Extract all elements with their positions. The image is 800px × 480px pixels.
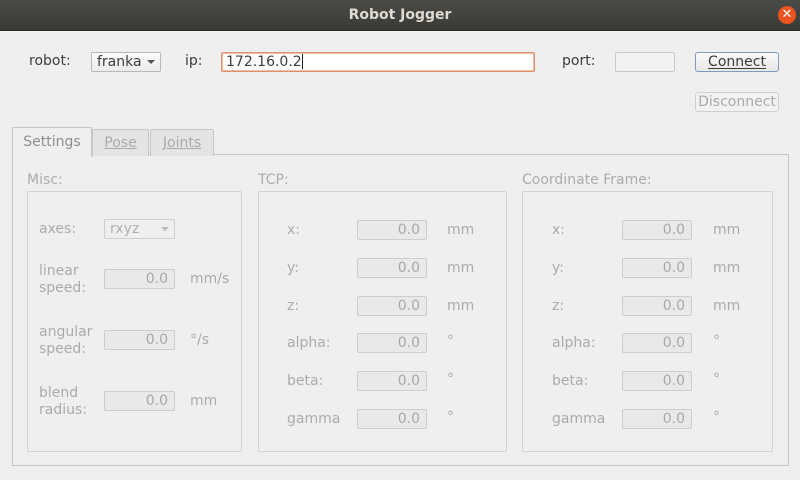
linear-speed-label-line2: speed: — [39, 280, 87, 296]
linear-speed-unit: mm/s — [190, 271, 230, 287]
frame-y-input[interactable]: 0.0 — [622, 258, 692, 278]
linear-speed-input[interactable]: 0.0 — [104, 269, 175, 289]
window-title: Robot Jogger — [348, 7, 452, 23]
tcp-x-label: x: — [287, 222, 301, 238]
chevron-down-icon — [147, 60, 155, 64]
tcp-beta-label: beta: — [287, 373, 324, 389]
tab-pose[interactable]: Pose — [92, 129, 149, 156]
angular-speed-unit: °/s — [190, 332, 210, 348]
ip-input[interactable]: 172.16.0.2 — [221, 52, 535, 72]
tcp-y-label: y: — [287, 260, 299, 276]
frame-alpha-label: alpha: — [552, 335, 596, 351]
frame-beta-input[interactable]: 0.0 — [622, 371, 692, 391]
angular-speed-label-line2: speed: — [39, 341, 87, 357]
tcp-alpha-unit: ° — [447, 333, 454, 349]
tcp-x-unit: mm — [447, 222, 475, 238]
frame-beta-unit: ° — [713, 371, 720, 387]
connect-button[interactable]: Connect — [695, 52, 779, 72]
frame-x-unit: mm — [713, 222, 741, 238]
frame-x-label: x: — [552, 222, 566, 238]
frame-z-unit: mm — [713, 298, 741, 314]
tcp-alpha-label: alpha: — [287, 335, 331, 351]
tcp-y-input[interactable]: 0.0 — [357, 258, 427, 278]
frame-y-unit: mm — [713, 260, 741, 276]
tcp-gamma-unit: ° — [447, 409, 454, 425]
tcp-beta-input[interactable]: 0.0 — [357, 371, 427, 391]
angular-speed-input[interactable]: 0.0 — [104, 330, 175, 350]
tcp-gamma-label: gamma — [287, 411, 341, 427]
frame-beta-label: beta: — [552, 373, 589, 389]
tab-pose-label: Pose — [104, 135, 137, 151]
tcp-z-unit: mm — [447, 298, 475, 314]
frame-alpha-unit: ° — [713, 333, 720, 349]
tcp-beta-unit: ° — [447, 371, 454, 387]
chevron-down-icon — [161, 227, 169, 231]
tab-joints-label: Joints — [162, 135, 202, 151]
frame-gamma-label: gamma — [552, 411, 606, 427]
blend-radius-label-line2: radius: — [39, 402, 87, 418]
connect-button-label: Connect — [708, 54, 766, 70]
tcp-x-input[interactable]: 0.0 — [357, 220, 427, 240]
text-cursor — [301, 54, 303, 69]
axes-select-value: rxyz — [110, 221, 140, 237]
frame-x-input[interactable]: 0.0 — [622, 220, 692, 240]
axes-select[interactable]: rxyz — [104, 219, 175, 239]
frame-alpha-input[interactable]: 0.0 — [622, 333, 692, 353]
frame-gamma-unit: ° — [713, 409, 720, 425]
blend-radius-input[interactable]: 0.0 — [104, 391, 175, 411]
tab-settings-label: Settings — [23, 134, 81, 150]
frame-title: Coordinate Frame: — [522, 172, 652, 188]
axes-label: axes: — [39, 221, 77, 237]
disconnect-button[interactable]: Disconnect — [695, 92, 779, 112]
tcp-alpha-input[interactable]: 0.0 — [357, 333, 427, 353]
frame-z-input[interactable]: 0.0 — [622, 296, 692, 316]
tab-settings[interactable]: Settings — [12, 127, 92, 157]
frame-z-label: z: — [552, 298, 565, 314]
port-label: port: — [562, 53, 596, 69]
tcp-y-unit: mm — [447, 260, 475, 276]
tcp-z-label: z: — [287, 298, 300, 314]
port-input[interactable] — [615, 52, 675, 72]
ip-input-value: 172.16.0.2 — [226, 54, 302, 70]
tab-joints[interactable]: Joints — [150, 129, 214, 156]
tcp-gamma-input[interactable]: 0.0 — [357, 409, 427, 429]
disconnect-button-label: Disconnect — [698, 94, 776, 110]
ip-label: ip: — [185, 53, 203, 69]
frame-gamma-input[interactable]: 0.0 — [622, 409, 692, 429]
robot-label: robot: — [29, 53, 71, 69]
frame-y-label: y: — [552, 260, 564, 276]
tcp-title: TCP: — [258, 172, 289, 188]
tcp-z-input[interactable]: 0.0 — [357, 296, 427, 316]
robot-select[interactable]: franka — [91, 52, 161, 72]
robot-select-value: franka — [97, 54, 142, 70]
misc-title: Misc: — [27, 172, 63, 188]
blend-radius-unit: mm — [190, 393, 218, 409]
close-icon[interactable]: ✕ — [778, 6, 796, 24]
